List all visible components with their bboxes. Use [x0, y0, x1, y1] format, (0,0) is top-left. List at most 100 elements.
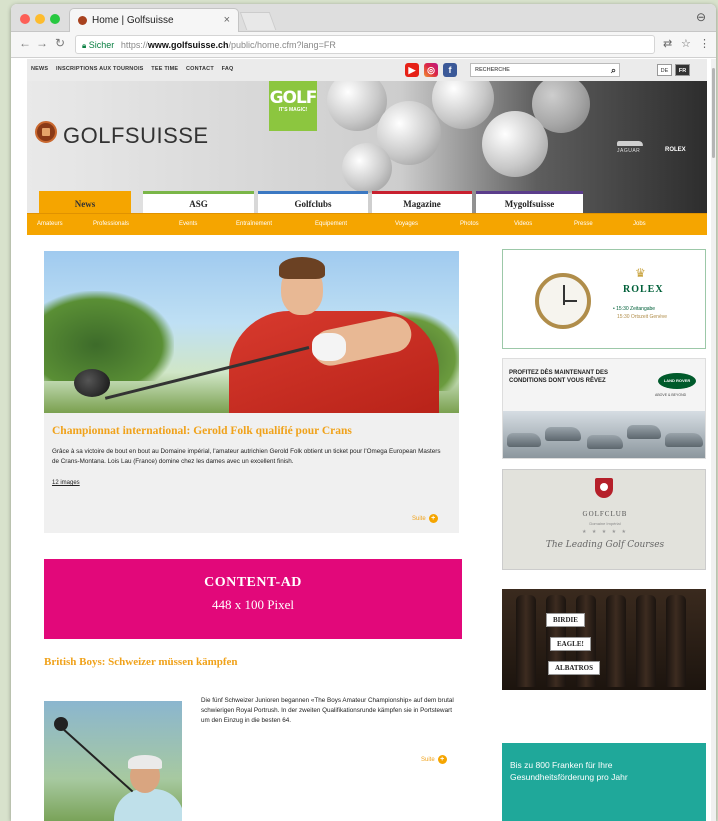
utility-bar: NEWS INSCRIPTIONS AUX TOURNOIS TEE TIME …: [27, 59, 707, 81]
health-ad[interactable]: Bis zu 800 Franken für Ihre Gesundheitsf…: [502, 743, 706, 821]
nav-tab-asg[interactable]: ASG: [143, 191, 254, 213]
forward-icon[interactable]: →: [36, 36, 48, 50]
article2-suite-link[interactable]: Suite +: [421, 755, 447, 764]
search-icon[interactable]: ⌕: [611, 65, 616, 76]
landrover-ad-text: PROFITEZ DÈS MAINTENANT DES CONDITIONS D…: [509, 370, 609, 384]
golfer-body: [114, 789, 182, 821]
nav-tab-news[interactable]: News: [39, 191, 131, 213]
profile-icon[interactable]: ⊖: [696, 10, 706, 24]
translate-icon[interactable]: ⇄: [663, 37, 672, 50]
url-path: /public/home.cfm?lang=FR: [228, 40, 336, 50]
wine-bottle: [636, 595, 656, 687]
car-shape: [545, 427, 581, 441]
subnav-professionals[interactable]: Professionals: [93, 221, 129, 227]
lang-fr-button[interactable]: FR: [675, 64, 690, 76]
featured-images-link[interactable]: 12 images: [52, 480, 80, 486]
subnav-videos[interactable]: Videos: [514, 221, 532, 227]
maximize-window-button[interactable]: [50, 14, 60, 24]
golfer-hair: [279, 257, 325, 279]
jaguar-sponsor-logo[interactable]: JAGUAR: [617, 141, 643, 154]
util-link-faq[interactable]: FAQ: [222, 66, 234, 72]
landrover-logo: LAND ROVER: [658, 373, 696, 389]
close-window-button[interactable]: [20, 14, 30, 24]
content-ad-title: CONTENT-AD: [204, 575, 302, 590]
article2-title[interactable]: British Boys: Schweizer müssen kämpfen: [44, 657, 294, 668]
tab-close-icon[interactable]: ×: [224, 14, 230, 26]
util-link-inscriptions[interactable]: INSCRIPTIONS AUX TOURNOIS: [56, 66, 144, 72]
instagram-icon[interactable]: ◎: [424, 63, 438, 77]
url-prefix: https://: [120, 40, 148, 50]
minimize-window-button[interactable]: [35, 14, 45, 24]
car-shape: [627, 425, 661, 439]
subnav-events[interactable]: Events: [179, 221, 197, 227]
golfclub-name: GOLFCLUB: [582, 510, 628, 518]
reload-icon[interactable]: ↻: [55, 36, 65, 50]
featured-article-title[interactable]: Championnat international: Gerold Folk q…: [52, 425, 452, 437]
subnav-voyages[interactable]: Voyages: [395, 221, 418, 227]
subnav-presse[interactable]: Presse: [574, 221, 593, 227]
golf-ball-decoration: [532, 81, 590, 133]
subnav-amateurs[interactable]: Amateurs: [37, 221, 63, 227]
util-link-teetime[interactable]: TEE TIME: [151, 66, 178, 72]
landrover-cars-image: [503, 411, 705, 458]
jaguar-icon: [617, 141, 643, 146]
nav-tab-mygolfsuisse[interactable]: Mygolfsuisse: [476, 191, 583, 213]
content-ad-size: 448 x 100 Pixel: [212, 597, 294, 612]
rolex-ad-line2: 15:30 Ortszeit Genève: [617, 314, 668, 320]
web-page: NEWS INSCRIPTIONS AUX TOURNOIS TEE TIME …: [11, 59, 711, 821]
nav-tab-magazine[interactable]: Magazine: [372, 191, 472, 213]
tree-decoration: [44, 291, 174, 381]
menu-icon[interactable]: ⋮: [699, 37, 710, 50]
golfclub-ad[interactable]: GOLFCLUB Domaine Impérial ★ ★ ★ ★ ★ The …: [502, 469, 706, 570]
browser-toolbar: ← → ↻ 🔒︎ Sicher https://www.golfsuisse.c…: [11, 32, 716, 58]
golfsuisse-logo-text[interactable]: GOLFSUISSE: [63, 123, 209, 149]
golf-club-head: [54, 717, 68, 731]
util-link-contact[interactable]: CONTACT: [186, 66, 214, 72]
search-input[interactable]: RECHERCHE ⌕: [470, 63, 620, 77]
secure-label: Sicher: [88, 40, 115, 50]
lang-de-button[interactable]: DE: [657, 64, 672, 76]
tab-title: Home | Golfsuisse: [92, 15, 174, 26]
subnav-equipement[interactable]: Equipement: [315, 221, 347, 227]
browser-window: Home | Golfsuisse × ⊖ ← → ↻ 🔒︎ Sicher ht…: [11, 4, 716, 821]
page-scrollbar-thumb[interactable]: [712, 68, 715, 158]
content-ad-placeholder[interactable]: CONTENT-AD 448 x 100 Pixel: [44, 559, 462, 639]
golfsuisse-logo-icon[interactable]: [35, 121, 57, 143]
golf-club-shaft: [61, 727, 134, 793]
wine-label-eagle: EAGLE!: [550, 637, 591, 651]
landrover-ad[interactable]: PROFITEZ DÈS MAINTENANT DES CONDITIONS D…: [502, 358, 706, 459]
new-tab-button[interactable]: [239, 12, 277, 30]
browser-tab[interactable]: Home | Golfsuisse ×: [69, 8, 239, 32]
page-scrollbar[interactable]: [711, 59, 716, 821]
featured-article-image[interactable]: [44, 251, 459, 413]
suite-label: Suite: [412, 516, 426, 522]
rolex-clock-icon: [535, 273, 591, 329]
main-navigation: News ASG Golfclubs Magazine Mygolfsuisse: [27, 191, 707, 213]
subnav-entrainement[interactable]: Entraînement: [236, 221, 272, 227]
wine-bottle: [666, 595, 686, 687]
wine-label-birdie: BIRDIE: [546, 613, 585, 627]
article2-image[interactable]: [44, 701, 182, 821]
tab-bar: Home | Golfsuisse × ⊖: [11, 4, 716, 32]
star-icon[interactable]: ☆: [681, 37, 691, 50]
golf-its-magic-logo[interactable]: GOLF IT'S MAGIC!: [269, 81, 317, 131]
back-icon[interactable]: ←: [19, 36, 31, 50]
golfer-cap: [128, 755, 162, 769]
golfclub-subtitle: Domaine Impérial: [589, 521, 621, 526]
facebook-icon[interactable]: f: [443, 63, 457, 77]
youtube-icon[interactable]: ▶: [405, 63, 419, 77]
rolex-ad[interactable]: ♛ ROLEX • 15:30 Zeitangabe 15:30 Ortszei…: [502, 249, 706, 349]
wine-ad[interactable]: BIRDIE EAGLE! ALBATROS: [502, 589, 706, 690]
golfer-glove: [312, 333, 346, 361]
featured-suite-link[interactable]: Suite +: [412, 514, 438, 523]
rolex-sponsor-logo[interactable]: ROLEX: [665, 147, 686, 153]
util-link-news[interactable]: NEWS: [31, 66, 48, 72]
rolex-ad-name: ROLEX: [623, 284, 664, 295]
subnav-jobs[interactable]: Jobs: [633, 221, 646, 227]
nav-tab-golfclubs[interactable]: Golfclubs: [258, 191, 368, 213]
subnav-photos[interactable]: Photos: [460, 221, 479, 227]
utility-links: NEWS INSCRIPTIONS AUX TOURNOIS TEE TIME …: [31, 66, 240, 72]
featured-article-text: Grâce à sa victoire de bout en bout au D…: [52, 448, 441, 465]
address-bar[interactable]: 🔒︎ Sicher https://www.golfsuisse.ch/publ…: [75, 35, 655, 54]
wine-label-albatros: ALBATROS: [548, 661, 600, 675]
